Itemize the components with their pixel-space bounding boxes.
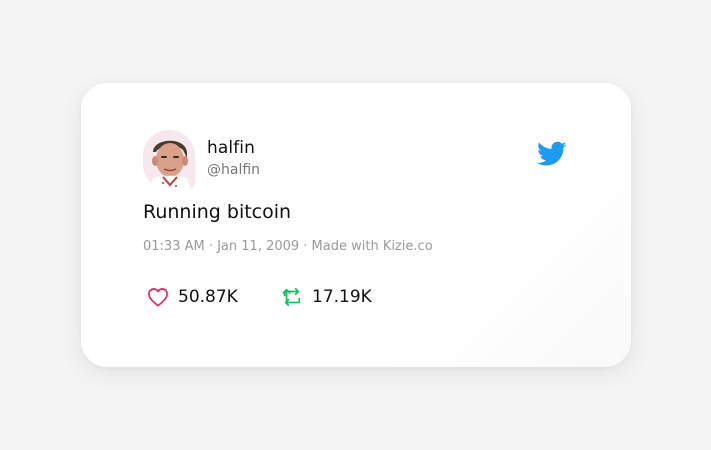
retweets-stat[interactable]: 17.19K xyxy=(281,285,372,309)
page-background: halfin @halfin Running bitcoin 01:33 AM … xyxy=(0,0,711,450)
heart-outline-icon[interactable] xyxy=(147,287,169,307)
avatar[interactable] xyxy=(143,130,195,190)
tweet-meta: 01:33 AM · Jan 11, 2009 · Made with Kizi… xyxy=(143,239,433,254)
user-names: halfin @halfin xyxy=(207,138,260,179)
tweet-card: halfin @halfin Running bitcoin 01:33 AM … xyxy=(81,83,631,367)
retweet-icon[interactable] xyxy=(281,287,303,307)
display-name[interactable]: halfin xyxy=(207,138,260,158)
user-handle[interactable]: @halfin xyxy=(207,161,260,179)
likes-count: 50.87K xyxy=(178,287,238,307)
likes-stat[interactable]: 50.87K xyxy=(147,285,238,309)
retweets-count: 17.19K xyxy=(312,287,372,307)
tweet-header: halfin @halfin xyxy=(143,130,569,190)
tweet-text: Running bitcoin xyxy=(143,201,292,223)
twitter-bird-icon[interactable] xyxy=(537,141,567,167)
avatar-photo xyxy=(143,130,195,190)
